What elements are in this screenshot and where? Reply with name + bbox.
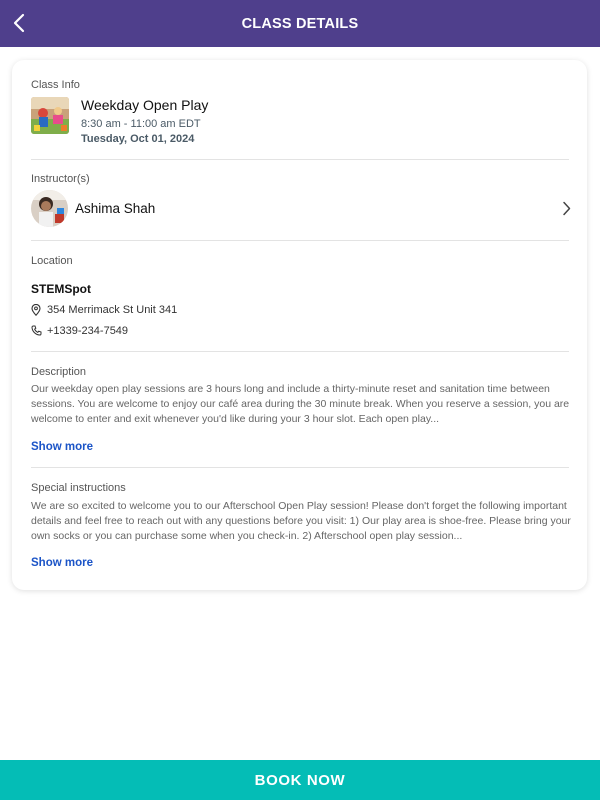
app-header: CLASS DETAILS [0,0,600,47]
class-info-label: Class Info [31,79,80,91]
class-details-card: Class Info Weekday Open Play 8:30 am - 1… [12,60,587,590]
description-text: Our weekday open play sessions are 3 hou… [31,383,570,425]
back-button[interactable] [8,10,30,36]
avatar [31,190,68,227]
location-phone: +1339-234-7549 [47,325,129,337]
special-instructions-label: Special instructions [31,482,126,494]
phone-icon [31,325,42,337]
description-show-more-link[interactable]: Show more [31,441,93,453]
location-label: Location [31,255,73,267]
book-now-button[interactable]: BOOK NOW [0,760,600,800]
chevron-right-icon [563,201,571,216]
class-thumbnail [31,97,69,134]
divider [31,159,569,160]
chevron-left-icon [13,13,25,33]
instructor-name: Ashima Shah [75,201,156,216]
divider [31,240,569,241]
location-name: STEMSpot [31,282,91,296]
class-time: 8:30 am - 11:00 am EDT [81,118,201,130]
divider [31,467,569,468]
address-line: 354 Merrimack St Unit 341 [31,304,177,316]
page-title: CLASS DETAILS [241,15,359,32]
phone-line[interactable]: +1339-234-7549 [31,325,128,337]
class-date: Tuesday, Oct 01, 2024 [81,133,195,145]
divider [31,351,569,352]
description-label: Description [31,366,87,378]
instructor-row[interactable]: Ashima Shah [31,190,571,228]
location-pin-icon [31,304,42,316]
location-address: 354 Merrimack St Unit 341 [47,304,178,316]
instructors-label: Instructor(s) [31,173,90,185]
class-title: Weekday Open Play [81,97,209,113]
special-instructions-text: We are so excited to welcome you to our … [31,500,571,542]
special-instructions-show-more-link[interactable]: Show more [31,557,93,569]
